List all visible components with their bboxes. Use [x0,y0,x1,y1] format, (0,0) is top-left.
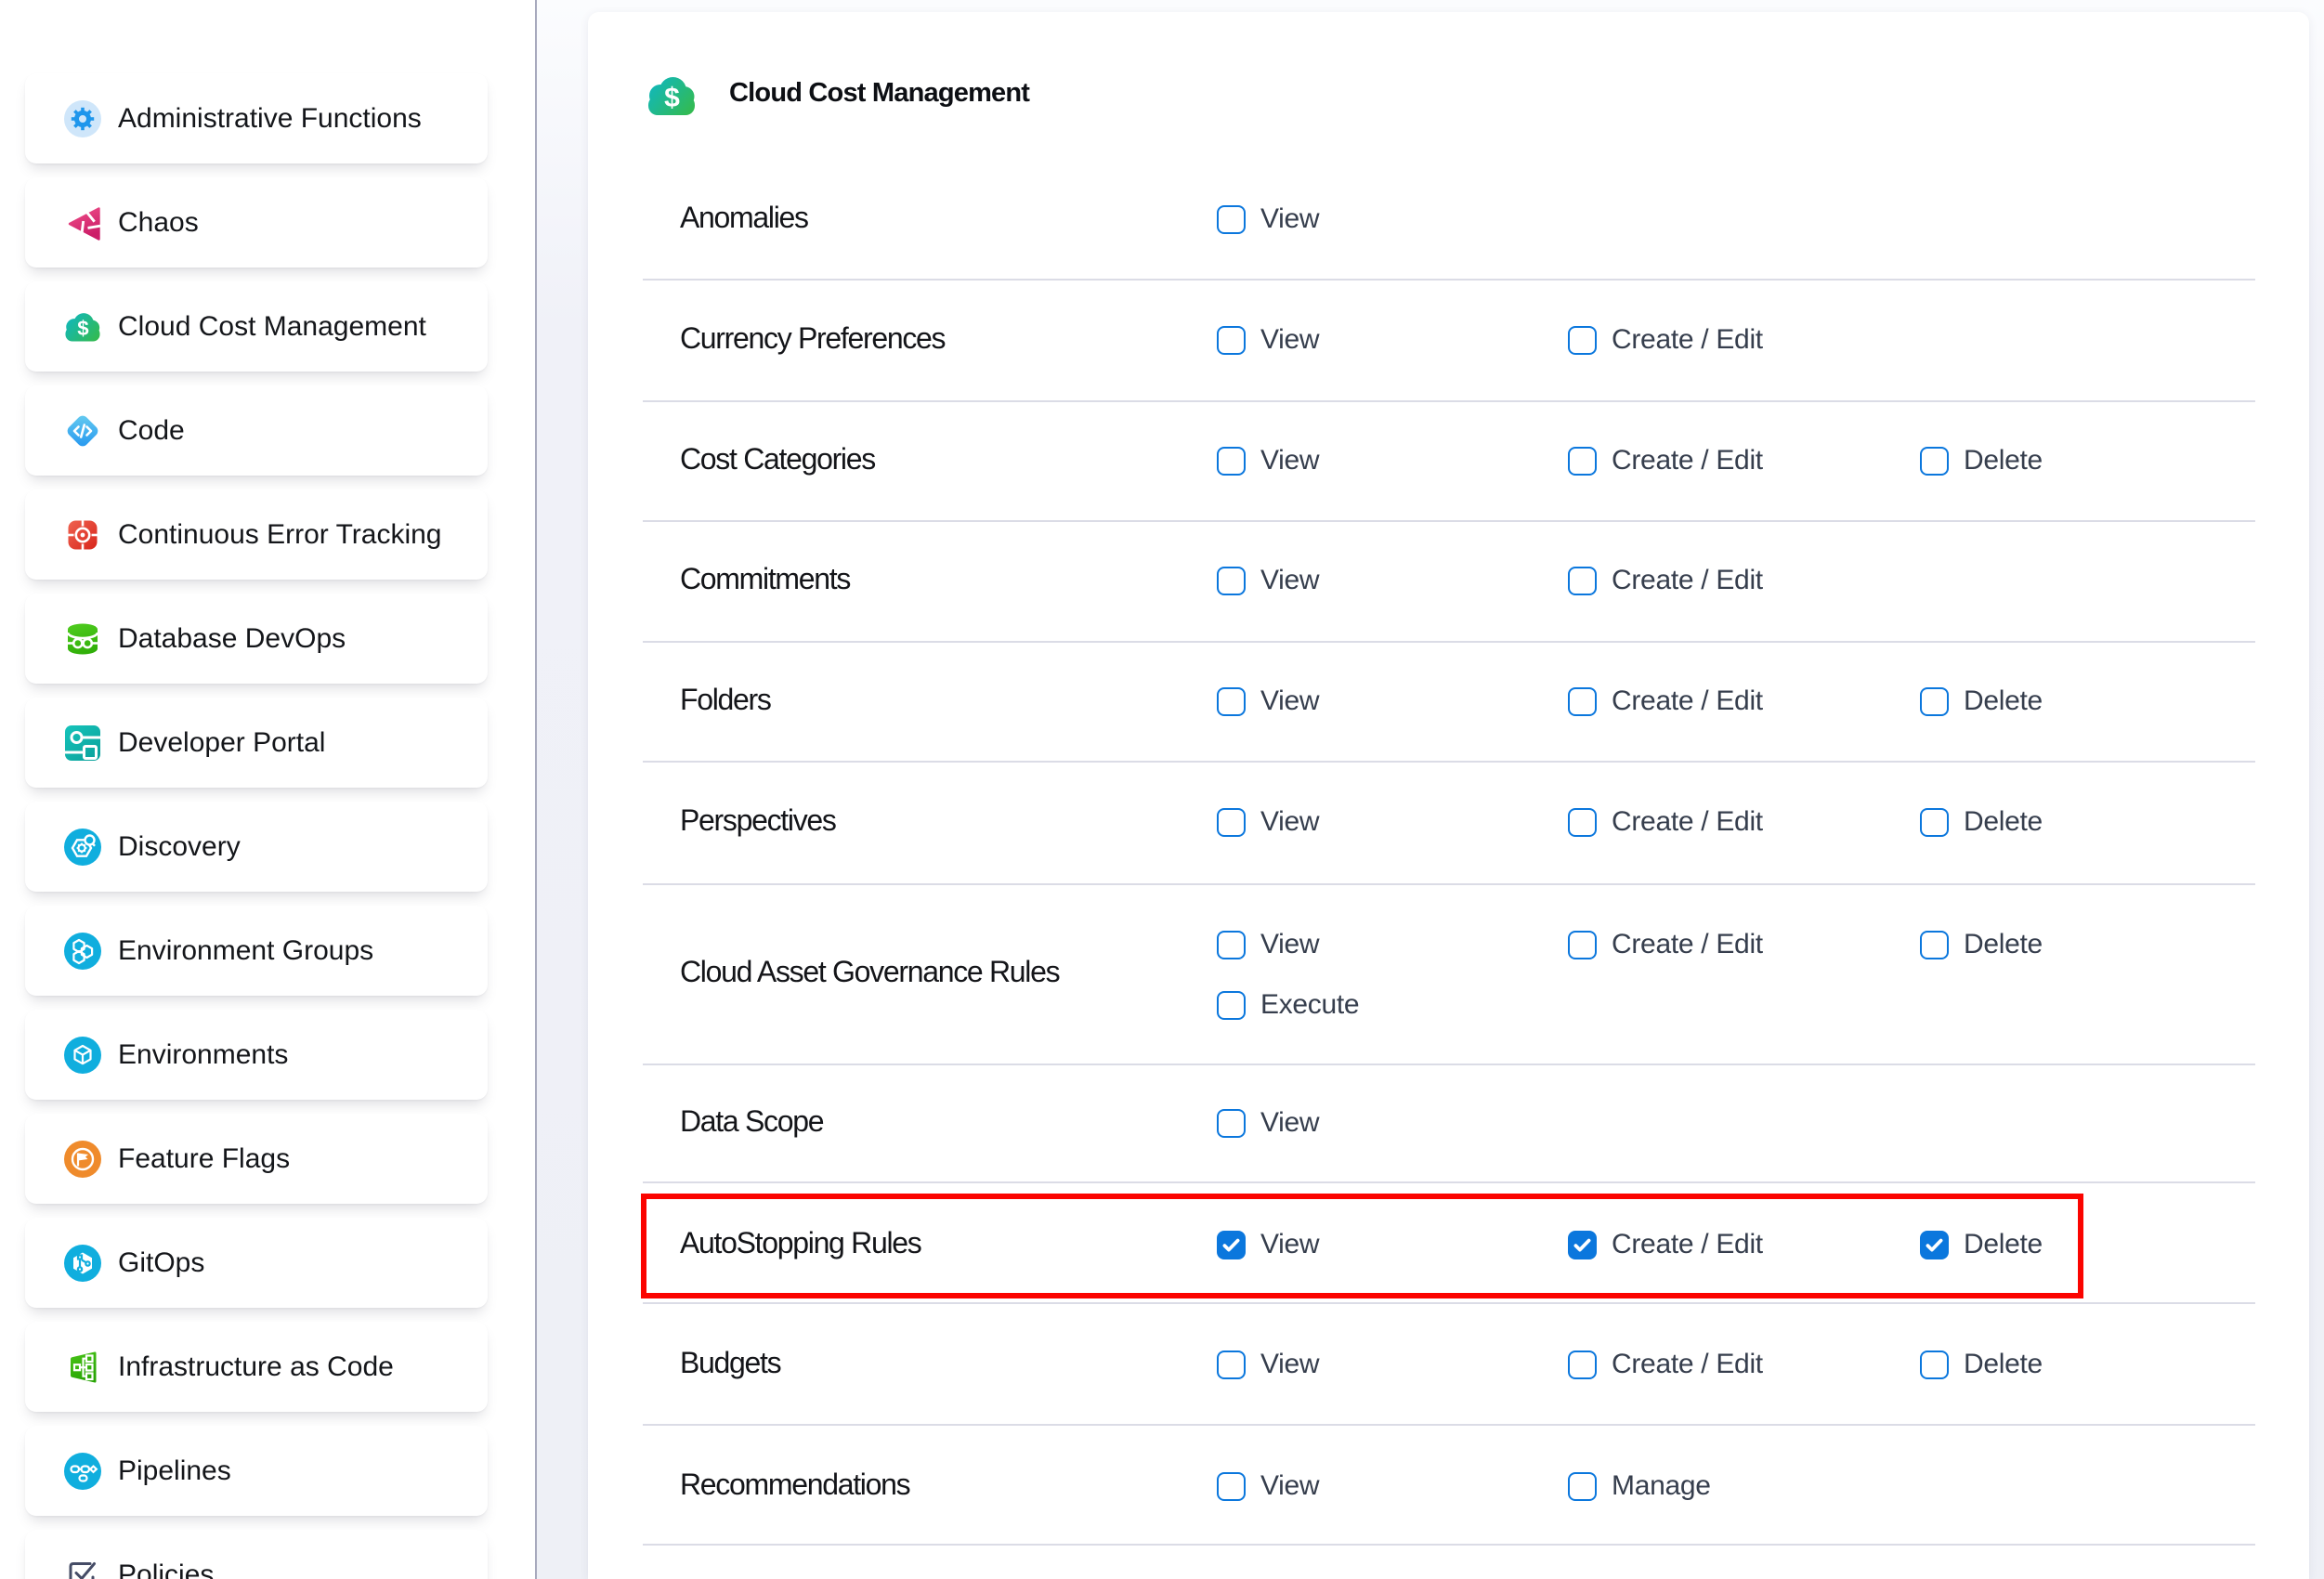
svg-text:$: $ [664,83,680,113]
svg-text:$: $ [77,316,89,339]
